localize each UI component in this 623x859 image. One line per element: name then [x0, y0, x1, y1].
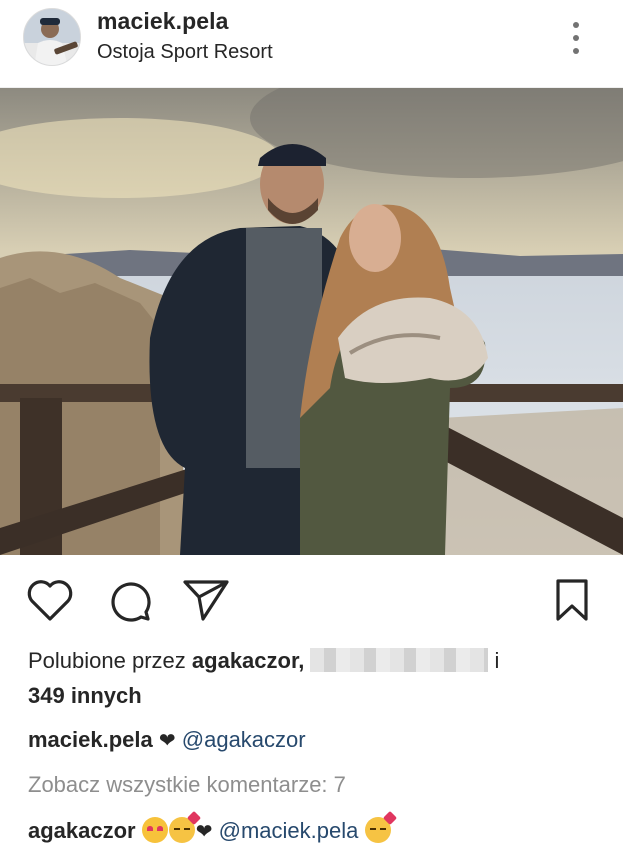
comment-author[interactable]: agakaczor — [28, 818, 136, 843]
kissing-heart-emoji — [364, 810, 397, 843]
heart-eyes-emoji — [141, 817, 168, 843]
more-vertical-icon[interactable] — [565, 18, 587, 58]
avatar-image — [24, 9, 80, 65]
heart-icon[interactable] — [24, 574, 76, 626]
direct-share-icon[interactable] — [180, 574, 232, 626]
caption-mention[interactable]: @agakaczor — [182, 727, 306, 752]
comment-mention[interactable]: @maciek.pela — [219, 818, 359, 843]
more-dot — [573, 48, 579, 54]
heart-emoji: ❤ — [195, 821, 213, 843]
more-dot — [573, 35, 579, 41]
liker-username[interactable]: agakaczor, — [192, 648, 305, 673]
photo-illustration — [0, 88, 623, 555]
post-photo[interactable] — [0, 88, 623, 555]
caption: maciek.pela ❤ @agakaczor — [28, 726, 306, 755]
post-location[interactable]: Ostoja Sport Resort — [97, 41, 273, 64]
kissing-heart-emoji — [168, 810, 201, 843]
more-dot — [573, 22, 579, 28]
avatar[interactable] — [23, 8, 81, 66]
heart-emoji: ❤ — [158, 730, 176, 752]
post-header: maciek.pela Ostoja Sport Resort — [0, 0, 623, 88]
action-bar — [0, 560, 623, 640]
likes-count[interactable]: 349 innych — [28, 682, 142, 710]
comment-icon[interactable] — [103, 574, 155, 626]
bookmark-icon[interactable] — [546, 574, 598, 626]
caption-author[interactable]: maciek.pela — [28, 727, 153, 752]
view-all-comments-link[interactable]: Zobacz wszystkie komentarze: 7 — [28, 771, 346, 799]
comment-row: agakaczor ❤ @maciek.pela — [28, 810, 397, 846]
post-username[interactable]: maciek.pela — [97, 8, 229, 35]
likes-connector: i — [494, 648, 500, 673]
likes-line: Polubione przez agakaczor, i — [28, 647, 499, 675]
redacted-liker — [310, 648, 489, 672]
likes-prefix: Polubione przez — [28, 648, 186, 673]
